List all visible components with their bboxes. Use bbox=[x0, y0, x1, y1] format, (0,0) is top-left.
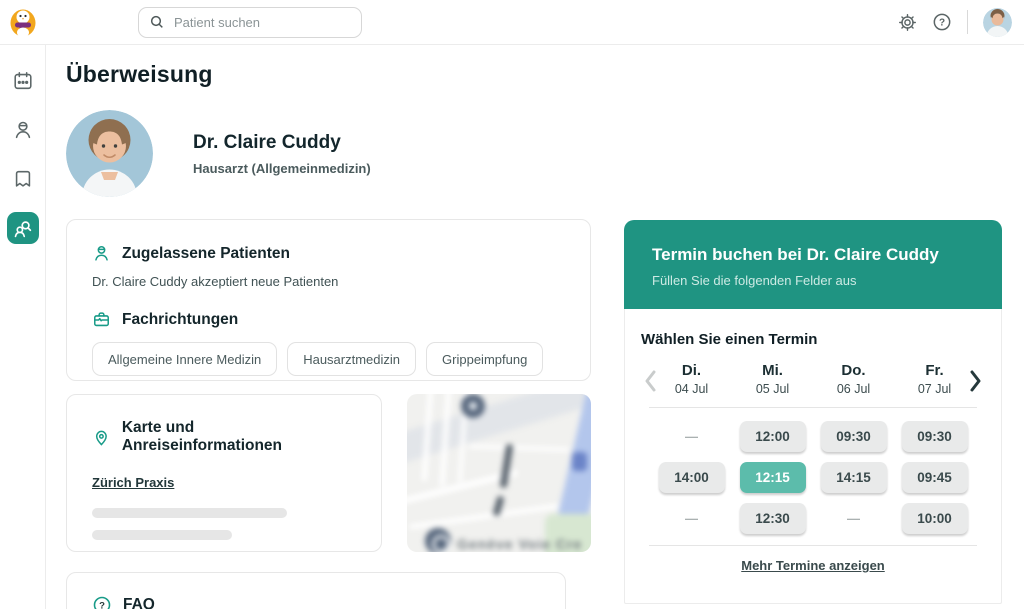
settings-button[interactable] bbox=[898, 13, 917, 32]
time-slot[interactable]: 14:00 bbox=[659, 462, 725, 493]
time-slot[interactable]: 14:15 bbox=[821, 462, 887, 493]
map-marker-icon bbox=[425, 528, 451, 552]
page-title: Überweisung bbox=[66, 61, 591, 88]
topbar-divider bbox=[967, 10, 968, 34]
day-column: Mi. 05 Jul bbox=[737, 362, 809, 396]
time-slot[interactable]: 10:00 bbox=[902, 503, 968, 534]
time-slot[interactable]: 09:30 bbox=[821, 421, 887, 452]
time-slot[interactable]: 09:45 bbox=[902, 462, 968, 493]
empty-slot: — bbox=[659, 421, 725, 452]
day-column: Di. 04 Jul bbox=[656, 362, 728, 396]
search-input[interactable] bbox=[174, 15, 351, 30]
booking-header: Termin buchen bei Dr. Claire Cuddy Fülle… bbox=[624, 220, 1002, 309]
divider bbox=[649, 545, 977, 546]
specialty-chip[interactable]: Allgemeine Innere Medizin bbox=[92, 342, 277, 376]
accepted-patients-title: Zugelassene Patienten bbox=[122, 245, 290, 263]
map-route-badge bbox=[572, 452, 587, 471]
calendar-icon bbox=[12, 70, 34, 92]
bookmark-icon bbox=[12, 168, 34, 190]
sidebar-item-referrals[interactable] bbox=[7, 212, 39, 244]
next-days-button[interactable] bbox=[967, 368, 984, 394]
main-content: Überweisung bbox=[46, 45, 1024, 609]
specialty-chip[interactable]: Grippeimpfung bbox=[426, 342, 543, 376]
help-button[interactable]: ? bbox=[932, 12, 952, 32]
sidebar-item-patients[interactable] bbox=[7, 114, 39, 146]
penguin-logo-icon bbox=[8, 6, 38, 38]
map-road bbox=[407, 394, 591, 470]
map-info-card: Karte und Anreiseinformationen Zürich Pr… bbox=[66, 394, 382, 552]
map-image: Genève Voie Cre bbox=[407, 394, 591, 552]
patient-icon bbox=[92, 244, 111, 263]
prev-days-button[interactable] bbox=[642, 368, 659, 394]
svg-text:?: ? bbox=[939, 18, 945, 29]
location-pin-icon bbox=[92, 428, 111, 447]
divider bbox=[649, 407, 977, 408]
app-logo-penguin[interactable] bbox=[0, 6, 46, 38]
location-link[interactable]: Zürich Praxis bbox=[92, 475, 174, 490]
day-selector: Di. 04 Jul Mi. 05 Jul Do. 06 Jul bbox=[625, 362, 1001, 396]
day-column: Fr. 07 Jul bbox=[899, 362, 971, 396]
empty-slot: — bbox=[659, 503, 725, 534]
time-slot-grid: — 12:00 09:30 09:30 14:00 12:15 14:15 09… bbox=[625, 421, 1001, 534]
patient-icon bbox=[12, 119, 34, 141]
doctor-name: Dr. Claire Cuddy bbox=[193, 132, 371, 154]
map-preview[interactable]: Genève Voie Cre bbox=[407, 394, 591, 552]
faq-title: FAQ bbox=[123, 596, 155, 609]
accepting-text: Dr. Claire Cuddy akzeptiert neue Patient… bbox=[92, 274, 565, 289]
top-bar: ? bbox=[0, 0, 1024, 45]
doctor-photo bbox=[66, 110, 153, 197]
specialty-chips: Allgemeine Innere Medizin Hausarztmedizi… bbox=[92, 342, 565, 376]
map-card-title: Karte und Anreiseinformationen bbox=[122, 419, 356, 455]
skeleton-bar bbox=[92, 530, 232, 540]
time-slot[interactable]: 12:00 bbox=[740, 421, 806, 452]
search-icon bbox=[149, 14, 165, 30]
doctor-specialty: Hausarzt (Allgemeinmedizin) bbox=[193, 161, 371, 176]
chevron-right-icon bbox=[967, 368, 984, 394]
user-avatar-image bbox=[983, 8, 1012, 37]
faq-card: ? FAQ bbox=[66, 572, 566, 609]
sidebar bbox=[0, 45, 46, 609]
help-icon: ? bbox=[932, 12, 952, 32]
booking-body: Wählen Sie einen Termin Di. 04 Jul bbox=[624, 309, 1002, 604]
find-doctor-icon bbox=[12, 218, 33, 239]
empty-slot: — bbox=[821, 503, 887, 534]
time-slot[interactable]: 09:30 bbox=[902, 421, 968, 452]
doctor-profile: Dr. Claire Cuddy Hausarzt (Allgemeinmedi… bbox=[66, 110, 591, 197]
briefcase-icon bbox=[92, 310, 111, 329]
sidebar-item-calendar[interactable] bbox=[7, 65, 39, 97]
booking-subtitle: Füllen Sie die folgenden Felder aus bbox=[652, 273, 974, 288]
time-slot[interactable]: 12:30 bbox=[740, 503, 806, 534]
time-slot-selected[interactable]: 12:15 bbox=[740, 462, 806, 493]
chevron-left-icon bbox=[642, 368, 659, 394]
map-pin-icon bbox=[461, 394, 485, 418]
patient-search bbox=[138, 7, 362, 38]
skeleton-bar bbox=[92, 508, 287, 518]
gear-icon bbox=[898, 13, 917, 32]
more-appointments-link[interactable]: Mehr Termine anzeigen bbox=[741, 558, 885, 573]
picker-title: Wählen Sie einen Termin bbox=[625, 309, 1001, 348]
faq-icon: ? bbox=[92, 595, 112, 609]
booking-panel: Termin buchen bei Dr. Claire Cuddy Fülle… bbox=[624, 220, 1002, 604]
day-column: Do. 06 Jul bbox=[818, 362, 890, 396]
sidebar-item-notes[interactable] bbox=[7, 163, 39, 195]
user-avatar[interactable] bbox=[983, 8, 1012, 37]
specialties-title: Fachrichtungen bbox=[122, 311, 238, 329]
map-caption: Genève Voie Cre bbox=[457, 536, 582, 552]
booking-title: Termin buchen bei Dr. Claire Cuddy bbox=[652, 243, 974, 266]
svg-text:?: ? bbox=[99, 601, 105, 609]
accepted-patients-card: Zugelassene Patienten Dr. Claire Cuddy a… bbox=[66, 219, 591, 381]
specialty-chip[interactable]: Hausarztmedizin bbox=[287, 342, 416, 376]
